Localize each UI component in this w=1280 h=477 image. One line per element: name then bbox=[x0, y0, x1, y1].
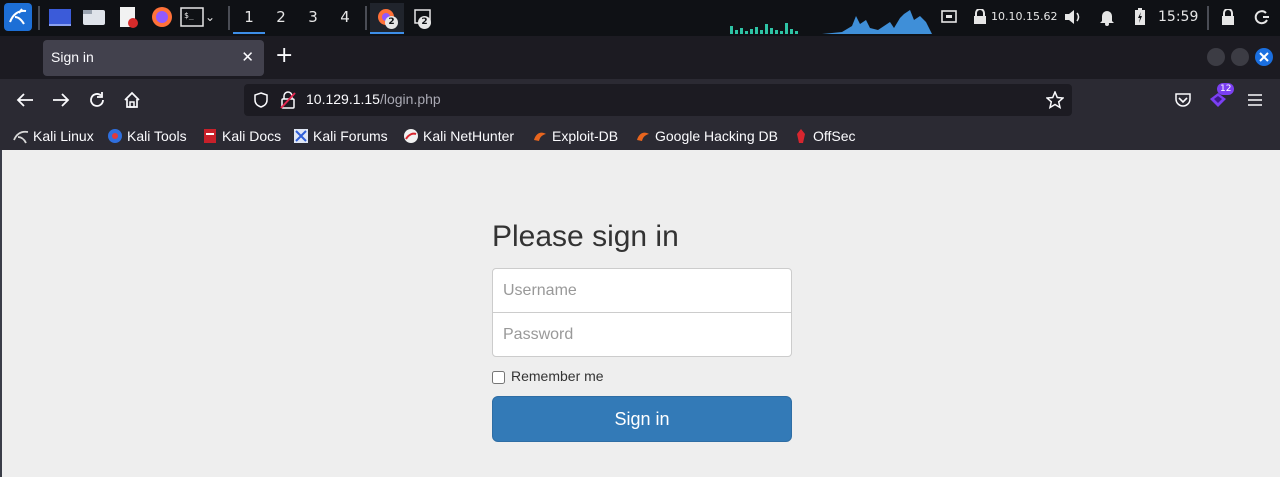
workspace-2[interactable]: 2 bbox=[265, 4, 297, 34]
bookmark-label: Kali NetHunter bbox=[423, 128, 515, 144]
ghdb-icon bbox=[635, 128, 651, 144]
bookmark-label: Kali Forums bbox=[313, 128, 388, 144]
workspace-4[interactable]: 4 bbox=[329, 4, 361, 34]
battery-icon[interactable] bbox=[1134, 8, 1146, 26]
remember-me-label: Remember me bbox=[511, 367, 604, 384]
url-text[interactable]: 10.129.1.15/login.php bbox=[306, 91, 441, 107]
minimize-button[interactable] bbox=[1207, 48, 1225, 66]
bookmark-star-icon[interactable] bbox=[1046, 91, 1064, 109]
forward-icon[interactable] bbox=[49, 88, 73, 112]
firefox-icon[interactable] bbox=[148, 3, 176, 31]
close-icon[interactable]: ✕ bbox=[241, 48, 254, 66]
window-close-button[interactable] bbox=[1255, 48, 1273, 66]
signin-form: Please sign in Remember me Sign in bbox=[492, 220, 792, 442]
bookmark-kali-linux[interactable]: Kali Linux bbox=[13, 126, 94, 146]
task-firefox[interactable]: 2 bbox=[370, 3, 404, 34]
bookmark-kali-forums[interactable]: Kali Forums bbox=[293, 126, 388, 146]
kali-dragon-icon bbox=[13, 128, 29, 144]
workspace-3[interactable]: 3 bbox=[297, 4, 329, 34]
url-bar[interactable]: 10.129.1.15/login.php bbox=[244, 84, 1072, 116]
pocket-icon[interactable] bbox=[1171, 88, 1195, 112]
text-editor-icon[interactable] bbox=[114, 3, 142, 31]
insecure-lock-icon[interactable] bbox=[280, 91, 296, 109]
bookmark-kali-docs[interactable]: Kali Docs bbox=[202, 126, 281, 146]
tab-bar: Sign in ✕ + bbox=[0, 36, 1280, 79]
svg-text:$_: $_ bbox=[184, 11, 194, 20]
back-icon[interactable] bbox=[13, 88, 37, 112]
maximize-button[interactable] bbox=[1231, 48, 1249, 66]
tab-sign-in[interactable]: Sign in ✕ bbox=[43, 40, 264, 76]
sign-in-button[interactable]: Sign in bbox=[492, 396, 792, 442]
reload-icon[interactable] bbox=[85, 88, 109, 112]
bookmark-label: Kali Docs bbox=[222, 128, 282, 144]
file-manager-icon[interactable] bbox=[80, 3, 108, 31]
panel-separator bbox=[365, 6, 367, 30]
tab-title: Sign in bbox=[51, 49, 94, 65]
kali-forums-icon bbox=[293, 128, 309, 144]
kali-menu-icon[interactable] bbox=[4, 3, 32, 31]
bookmark-label: Exploit-DB bbox=[552, 128, 619, 144]
bookmark-exploit-db[interactable]: Exploit-DB bbox=[532, 126, 618, 146]
network-graph bbox=[822, 10, 932, 34]
top-panel: $_ ⌄ 1 2 3 4 2 2 10.10.15.62 15:59 bbox=[0, 0, 1280, 36]
url-host: 10.129.1.15 bbox=[306, 91, 380, 107]
task-count-badge: 2 bbox=[385, 16, 398, 29]
panel-separator bbox=[228, 6, 230, 30]
workspace-1[interactable]: 1 bbox=[233, 4, 265, 34]
remember-me[interactable]: Remember me bbox=[492, 367, 792, 384]
logout-icon[interactable] bbox=[1254, 9, 1270, 25]
exploit-db-icon bbox=[532, 128, 548, 144]
hamburger-menu-icon[interactable] bbox=[1243, 88, 1267, 112]
volume-icon[interactable] bbox=[1063, 8, 1083, 26]
kali-tools-icon bbox=[107, 128, 123, 144]
kali-docs-icon bbox=[202, 128, 218, 144]
panel-separator bbox=[1207, 6, 1209, 30]
ip-address: 10.10.15.62 bbox=[991, 10, 1058, 23]
bookmark-label: OffSec bbox=[813, 128, 856, 144]
url-path: /login.php bbox=[379, 91, 441, 107]
task-count-badge: 2 bbox=[418, 16, 431, 29]
offsec-icon bbox=[793, 128, 809, 144]
chevron-down-icon[interactable]: ⌄ bbox=[202, 3, 218, 31]
page-content: Please sign in Remember me Sign in bbox=[0, 150, 1280, 477]
lock-icon bbox=[974, 9, 986, 24]
bookmarks-toolbar: Kali Linux Kali Tools Kali Docs Kali For… bbox=[0, 121, 1280, 150]
remember-me-checkbox[interactable] bbox=[492, 371, 505, 384]
extension-icon[interactable]: 12 bbox=[1206, 83, 1235, 112]
nethunter-icon bbox=[403, 128, 419, 144]
home-icon[interactable] bbox=[120, 88, 144, 112]
bookmark-google-hacking-db[interactable]: Google Hacking DB bbox=[635, 126, 778, 146]
bookmark-label: Kali Tools bbox=[127, 128, 187, 144]
show-desktop-icon[interactable] bbox=[46, 3, 74, 31]
bookmark-kali-nethunter[interactable]: Kali NetHunter bbox=[403, 126, 514, 146]
extension-badge: 12 bbox=[1217, 83, 1235, 95]
bookmark-label: Kali Linux bbox=[33, 128, 94, 144]
panel-separator bbox=[38, 6, 40, 30]
bookmark-offsec[interactable]: OffSec bbox=[793, 126, 856, 146]
new-tab-button[interactable]: + bbox=[275, 45, 293, 67]
task-terminal[interactable]: 2 bbox=[407, 3, 441, 34]
bookmark-label: Google Hacking DB bbox=[655, 128, 778, 144]
cpu-graph bbox=[730, 23, 798, 34]
lock-screen-icon[interactable] bbox=[1220, 9, 1236, 27]
clock: 15:59 bbox=[1158, 9, 1199, 25]
username-input[interactable] bbox=[492, 268, 792, 313]
notification-bell-icon[interactable] bbox=[1099, 8, 1115, 26]
nav-bar: 10.129.1.15/login.php 12 bbox=[0, 79, 1280, 121]
network-icon[interactable] bbox=[941, 10, 957, 24]
password-input[interactable] bbox=[492, 312, 792, 357]
bookmark-kali-tools[interactable]: Kali Tools bbox=[107, 126, 187, 146]
shield-icon[interactable] bbox=[253, 92, 269, 108]
page-title: Please sign in bbox=[492, 220, 679, 253]
